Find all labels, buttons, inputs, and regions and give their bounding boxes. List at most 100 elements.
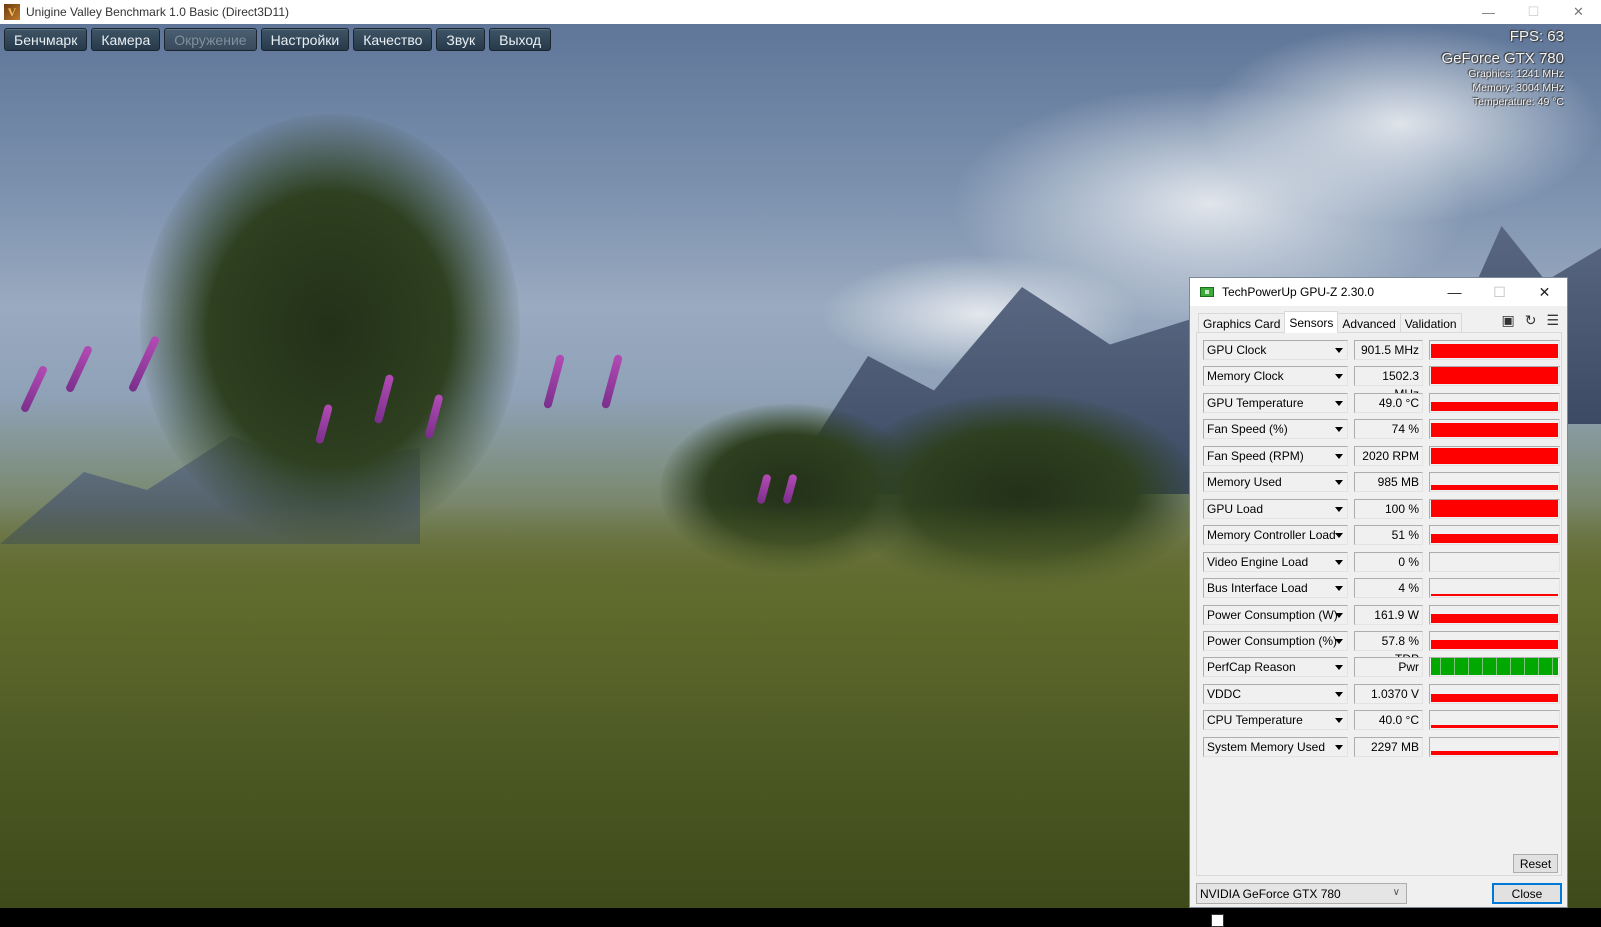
close-button[interactable]: Close bbox=[1492, 883, 1562, 904]
camera-icon[interactable]: ▣ bbox=[1501, 312, 1514, 329]
sensor-value: 40.0 °C bbox=[1354, 710, 1423, 731]
gpuz-close-button[interactable]: ✕ bbox=[1522, 278, 1567, 306]
dropdown-arrow-icon[interactable] bbox=[1335, 638, 1343, 644]
tab-graphics-card[interactable]: Graphics Card bbox=[1198, 313, 1286, 333]
refresh-icon[interactable]: ↻ bbox=[1525, 312, 1537, 329]
gpuz-tabs: Graphics Card Sensors Advanced Validatio… bbox=[1198, 311, 1462, 333]
sensor-value: 51 % bbox=[1354, 525, 1423, 546]
tab-validation[interactable]: Validation bbox=[1399, 313, 1462, 333]
sensor-row-gpu-clock: GPU Clock 901.5 MHz bbox=[1203, 340, 1560, 360]
hud-fps: FPS: 63 bbox=[1509, 28, 1564, 45]
hud-temperature: Temperature: 49 °C bbox=[1472, 96, 1564, 108]
dropdown-arrow-icon[interactable] bbox=[1335, 559, 1343, 565]
sensor-graph bbox=[1429, 736, 1560, 757]
sensor-row-perfcap-reason: PerfCap Reason Pwr bbox=[1203, 657, 1560, 678]
log-to-file-checkbox[interactable]: Log to file bbox=[1211, 913, 1280, 927]
gpuz-maximize-button[interactable]: ☐ bbox=[1477, 278, 1522, 306]
minimize-button[interactable]: — bbox=[1466, 0, 1511, 24]
menu-sound-button[interactable]: Звук bbox=[436, 28, 486, 51]
sensor-row-memory-clock: Memory Clock 1502.3 MHz bbox=[1203, 366, 1560, 401]
sensor-graph-fill bbox=[1431, 750, 1558, 755]
sensor-graph-fill bbox=[1431, 367, 1558, 385]
tab-advanced[interactable]: Advanced bbox=[1337, 313, 1401, 333]
dropdown-arrow-icon[interactable] bbox=[1335, 718, 1343, 724]
sensor-value: 2297 MB bbox=[1354, 736, 1423, 757]
sensor-value: 1.0370 V bbox=[1354, 683, 1423, 704]
sensor-select[interactable]: Fan Speed (RPM) bbox=[1203, 445, 1348, 466]
gpuz-minimize-button[interactable]: — bbox=[1432, 278, 1477, 306]
sensor-select[interactable]: CPU Temperature bbox=[1203, 710, 1348, 731]
sensor-select[interactable]: System Memory Used bbox=[1203, 736, 1348, 757]
sensor-select[interactable]: Video Engine Load bbox=[1203, 551, 1348, 572]
gpu-select-dropdown[interactable]: NVIDIA GeForce GTX 780 ∨ bbox=[1196, 883, 1407, 904]
reset-button[interactable]: Reset bbox=[1513, 854, 1558, 873]
sensor-row-bus-interface-load: Bus Interface Load 4 % bbox=[1203, 578, 1560, 599]
gpuz-window-title: TechPowerUp GPU-Z 2.30.0 bbox=[1222, 285, 1375, 299]
sensor-name-label: Power Consumption (%) bbox=[1207, 633, 1338, 648]
dropdown-arrow-icon[interactable] bbox=[1335, 586, 1343, 592]
menu-quality-button[interactable]: Качество bbox=[353, 28, 433, 51]
sensor-graph bbox=[1429, 683, 1560, 704]
dropdown-arrow-icon[interactable] bbox=[1335, 453, 1343, 459]
sensor-select[interactable]: Bus Interface Load bbox=[1203, 578, 1348, 599]
sensor-row-gpu-temperature: GPU Temperature 49.0 °C bbox=[1203, 392, 1560, 413]
sensor-name-label: PerfCap Reason bbox=[1207, 660, 1296, 675]
menu-exit-button[interactable]: Выход bbox=[489, 28, 552, 51]
dropdown-arrow-icon[interactable] bbox=[1335, 612, 1343, 618]
menu-icon[interactable]: ☰ bbox=[1546, 312, 1559, 329]
sensor-name-label: Fan Speed (%) bbox=[1207, 422, 1288, 437]
menu-settings-button[interactable]: Настройки bbox=[260, 28, 350, 51]
sensor-select[interactable]: VDDC bbox=[1203, 683, 1348, 704]
sensor-row-system-memory-used: System Memory Used 2297 MB bbox=[1203, 736, 1560, 757]
sensor-graph-fill bbox=[1431, 613, 1558, 623]
dropdown-arrow-icon[interactable] bbox=[1335, 744, 1343, 750]
sensor-graph bbox=[1429, 578, 1560, 599]
sensor-select[interactable]: Fan Speed (%) bbox=[1203, 419, 1348, 440]
menu-benchmark-button[interactable]: Бенчмарк bbox=[4, 28, 88, 51]
menu-camera-button[interactable]: Камера bbox=[91, 28, 161, 51]
flower bbox=[19, 364, 49, 414]
graphics-card-icon bbox=[1200, 287, 1214, 297]
sensor-value: 901.5 MHz bbox=[1354, 340, 1423, 360]
sensor-select[interactable]: Power Consumption (W) bbox=[1203, 604, 1348, 625]
dropdown-arrow-icon[interactable] bbox=[1335, 665, 1343, 671]
tab-sensors[interactable]: Sensors bbox=[1284, 311, 1339, 333]
dropdown-arrow-icon[interactable] bbox=[1335, 533, 1343, 539]
dropdown-arrow-icon[interactable] bbox=[1335, 427, 1343, 433]
chevron-down-icon: ∨ bbox=[1392, 887, 1400, 898]
sensor-value: Pwr bbox=[1354, 657, 1423, 678]
gpu-select-value: NVIDIA GeForce GTX 780 bbox=[1200, 886, 1341, 901]
dropdown-arrow-icon[interactable] bbox=[1335, 374, 1343, 380]
sensor-select[interactable]: PerfCap Reason bbox=[1203, 657, 1348, 678]
sensor-select[interactable]: Memory Controller Load bbox=[1203, 525, 1348, 546]
sensor-name-label: Bus Interface Load bbox=[1207, 581, 1308, 596]
dropdown-arrow-icon[interactable] bbox=[1335, 691, 1343, 697]
sensor-graph-fill bbox=[1431, 693, 1558, 702]
sensor-graph bbox=[1429, 551, 1560, 572]
gpuz-toolbar: ▣ ↻ ☰ bbox=[1501, 311, 1559, 329]
sensor-name-label: GPU Load bbox=[1207, 501, 1264, 516]
sensor-graph-fill bbox=[1431, 658, 1558, 676]
dropdown-arrow-icon[interactable] bbox=[1335, 348, 1343, 353]
sensor-name-label: CPU Temperature bbox=[1207, 713, 1303, 728]
sensor-select[interactable]: GPU Clock bbox=[1203, 340, 1348, 360]
menu-environment-button[interactable]: Окружение bbox=[164, 28, 257, 51]
sensor-select[interactable]: Power Consumption (%) bbox=[1203, 630, 1348, 651]
gpuz-titlebar: TechPowerUp GPU-Z 2.30.0 — ☐ ✕ bbox=[1190, 278, 1567, 306]
sensor-select[interactable]: Memory Clock bbox=[1203, 366, 1348, 387]
sensor-value: 4 % bbox=[1354, 578, 1423, 599]
flower bbox=[543, 353, 565, 410]
sensor-select[interactable]: GPU Load bbox=[1203, 498, 1348, 519]
close-button[interactable]: ✕ bbox=[1556, 0, 1601, 24]
dropdown-arrow-icon[interactable] bbox=[1335, 506, 1343, 512]
maximize-button[interactable]: ☐ bbox=[1511, 0, 1556, 24]
sensor-select[interactable]: GPU Temperature bbox=[1203, 392, 1348, 413]
sensor-select[interactable]: Memory Used bbox=[1203, 472, 1348, 493]
hud-graphics-clock: Graphics: 1241 MHz bbox=[1468, 68, 1564, 80]
checkbox-box[interactable] bbox=[1211, 913, 1224, 927]
dropdown-arrow-icon[interactable] bbox=[1335, 480, 1343, 486]
sensor-row-fan-speed-rpm: Fan Speed (RPM) 2020 RPM bbox=[1203, 445, 1560, 466]
gpuz-window: TechPowerUp GPU-Z 2.30.0 — ☐ ✕ Graphics … bbox=[1189, 277, 1568, 927]
sensor-graph-fill bbox=[1431, 423, 1558, 438]
dropdown-arrow-icon[interactable] bbox=[1335, 400, 1343, 406]
